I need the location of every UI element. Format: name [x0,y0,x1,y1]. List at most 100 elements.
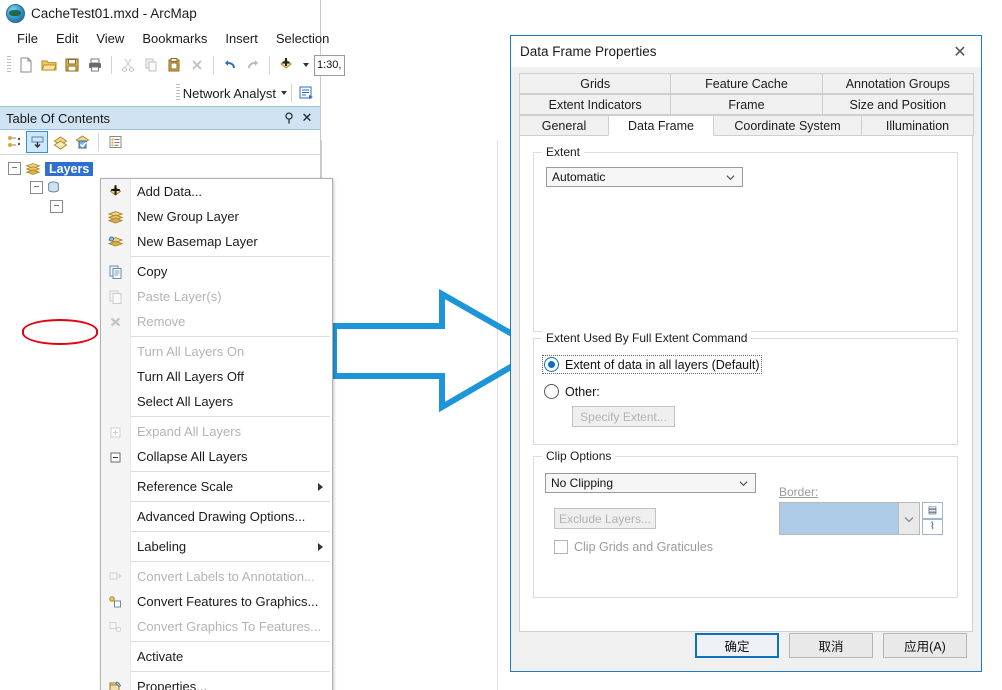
context-menu-item-copy[interactable]: Copy [101,259,332,284]
map-vertical-scrollbar[interactable] [497,140,509,690]
expander-database[interactable]: − [30,181,43,194]
context-menu-item-remove: Remove [101,309,332,334]
list-by-selection-icon[interactable] [72,132,92,152]
menu-item-edit[interactable]: Edit [47,29,87,48]
context-menu-label: Remove [137,314,186,329]
context-menu-separator [131,531,330,532]
clip-grids-checkbox: Clip Grids and Graticules [554,540,713,554]
expander-layers[interactable]: − [8,162,21,175]
clip-options-combobox[interactable]: No Clipping [545,473,756,493]
context-menu-item-new-basemap-layer[interactable]: New Basemap Layer [101,229,332,254]
layers-stack-icon [25,162,41,175]
radio-extent-of-data-indicator [544,357,559,372]
context-menu-label: Activate [137,649,184,664]
data-frame-properties-dialog: Data Frame Properties ✕ Grids Feature Ca… [510,35,982,672]
radio-extent-of-data[interactable]: Extent of data in all layers (Default) [542,355,762,374]
toc-node-layers[interactable]: − Layers [0,159,320,178]
radio-other[interactable]: Other: [544,384,600,399]
context-menu-item-collapse-all-layers[interactable]: Collapse All Layers [101,444,332,469]
context-menu-label: Reference Scale [137,479,234,494]
context-menu-item-convert-labels-to-annotation: Convert Labels to Annotation... [101,564,332,589]
map-canvas[interactable] [321,140,511,690]
context-menu-item-labeling[interactable]: Labeling [101,534,332,559]
menu-item-bookmarks[interactable]: Bookmarks [133,29,216,48]
cut-icon[interactable] [117,54,139,76]
dialog-title-bar: Data Frame Properties ✕ [511,36,981,67]
menu-item-insert[interactable]: Insert [216,29,267,48]
context-menu-item-new-group-layer[interactable]: New Group Layer [101,204,332,229]
tab-frame[interactable]: Frame [670,94,823,115]
chevron-down-icon [739,481,748,487]
add-data-dropdown-icon[interactable] [303,63,309,67]
pin-icon[interactable]: ⚲ [282,110,296,126]
tab-grids[interactable]: Grids [519,73,672,94]
network-analyst-menu[interactable]: Network Analyst [183,86,276,101]
tab-annotation-groups[interactable]: Annotation Groups [821,73,974,94]
save-icon[interactable] [61,54,83,76]
context-menu-item-select-all-layers[interactable]: Select All Layers [101,389,332,414]
toolbar-grip[interactable] [7,56,11,74]
toolbar-separator-2 [213,56,214,74]
na-toolbar-grip[interactable] [175,84,180,102]
apply-button[interactable]: 应用(A) [883,632,967,658]
context-menu-item-expand-all-layers: Expand All Layers [101,419,332,444]
radio-other-label: Other: [565,384,600,399]
list-by-drawing-order-icon[interactable] [26,131,48,153]
menu-item-selection[interactable]: Selection [267,29,338,48]
context-menu-item-reference-scale[interactable]: Reference Scale [101,474,332,499]
copy-icon[interactable] [140,54,162,76]
open-icon[interactable] [38,54,60,76]
standard-toolbar: 1:30, [0,50,345,80]
print-icon[interactable] [84,54,106,76]
border-dropdown-icon[interactable] [898,502,920,535]
clip-grids-checkbox-indicator [554,540,568,554]
database-icon [48,181,59,193]
expand-all-icon [105,423,126,441]
context-menu-item-properties[interactable]: Properties... [101,674,332,690]
tab-size-and-position[interactable]: Size and Position [821,94,974,115]
tab-illumination[interactable]: Illumination [861,115,974,136]
symbol-properties-icon[interactable]: ⌇ [922,518,943,535]
redo-icon[interactable] [242,54,264,76]
close-icon[interactable]: ✕ [939,37,981,67]
tab-general[interactable]: General [519,115,609,136]
tab-data-frame[interactable]: Data Frame [608,115,714,136]
close-icon[interactable]: ✕ [300,110,314,126]
context-menu-separator [131,671,330,672]
context-menu-separator [131,641,330,642]
delete-icon[interactable] [186,54,208,76]
context-menu-item-advanced-drawing-options[interactable]: Advanced Drawing Options... [101,504,332,529]
menu-bar: File Edit View Bookmarks Insert Selectio… [0,26,329,50]
window-title: CacheTest01.mxd - ArcMap [31,5,197,21]
border-color-swatch[interactable] [779,502,898,535]
submenu-arrow-icon [318,542,323,551]
context-menu-item-turn-all-layers-off[interactable]: Turn All Layers Off [101,364,332,389]
menu-item-view[interactable]: View [87,29,133,48]
expander-sublayer-1[interactable]: − [50,200,63,213]
new-icon[interactable] [15,54,37,76]
context-menu-item-add-data[interactable]: Add Data... [101,179,332,204]
extent-combobox[interactable]: Automatic [546,167,743,187]
tab-extent-indicators[interactable]: Extent Indicators [519,94,672,115]
context-menu-item-activate[interactable]: Activate [101,644,332,669]
network-analyst-window-icon[interactable] [296,82,318,104]
menu-item-file[interactable]: File [8,29,47,48]
add-data-icon[interactable] [275,54,297,76]
list-by-visibility-icon[interactable] [50,132,70,152]
tab-feature-cache[interactable]: Feature Cache [670,73,823,94]
cancel-button[interactable]: 取消 [789,632,873,658]
undo-icon[interactable] [219,54,241,76]
context-menu-item-convert-features-to-graphics[interactable]: Convert Features to Graphics... [101,589,332,614]
dialog-footer: 确定 取消 应用(A) [511,619,981,671]
border-symbol-selector[interactable]: ▤ ⌇ [779,502,943,535]
context-menu-separator [131,561,330,562]
ok-button[interactable]: 确定 [695,632,779,658]
network-analyst-dropdown-icon[interactable] [281,91,287,95]
scale-combobox[interactable]: 1:30, [314,54,345,76]
options-icon[interactable] [105,132,125,152]
list-by-source-icon[interactable] [4,132,24,152]
tab-coordinate-system[interactable]: Coordinate System [713,115,862,136]
more-styles-icon[interactable]: ▤ [922,502,943,519]
paste-icon[interactable] [163,54,185,76]
border-side-buttons: ▤ ⌇ [922,502,943,535]
